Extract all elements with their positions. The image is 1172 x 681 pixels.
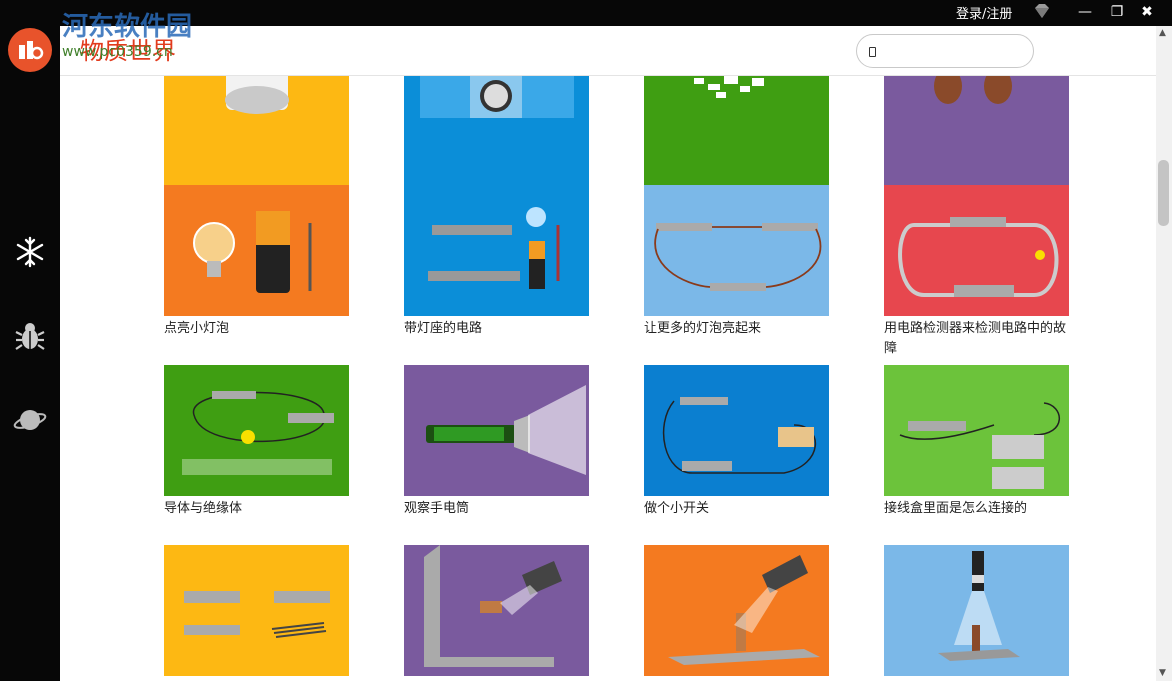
lock-icon: [561, 553, 579, 573]
experiment-thumbnail[interactable]: [884, 185, 1069, 316]
experiment-thumbnail[interactable]: [404, 545, 589, 676]
experiment-thumbnail[interactable]: [644, 76, 829, 191]
experiment-card[interactable]: [884, 545, 1070, 679]
experiment-thumbnail[interactable]: [644, 185, 829, 316]
bug-icon[interactable]: [12, 318, 48, 354]
header: 物质世界: [60, 26, 1172, 76]
experiment-card[interactable]: 用电路检测器来检测电路中的故障: [884, 185, 1070, 359]
lock-icon: [1041, 553, 1059, 573]
experiment-thumbnail[interactable]: [164, 545, 349, 676]
planet-icon[interactable]: [12, 402, 48, 438]
experiment-thumbnail[interactable]: [164, 185, 349, 316]
experiment-caption[interactable]: 做个小开关: [644, 499, 830, 519]
experiment-thumbnail[interactable]: [884, 365, 1069, 496]
app-logo-icon: [8, 28, 52, 72]
login-register-link[interactable]: 登录/注册: [956, 3, 1012, 22]
experiment-caption[interactable]: 点亮小灯泡: [164, 319, 350, 339]
lock-icon: [561, 193, 579, 213]
experiment-grid: 控制物体发声研究固体、液体、气体传播声音体验静电现象不一样的电荷点亮小灯泡带灯座…: [60, 76, 1156, 681]
app-window: 登录/注册 — ❐ ✖ 物质世界 河东软件园 www.pc0359.cn 控制物…: [0, 0, 1172, 681]
restore-button[interactable]: ❐: [1108, 3, 1126, 21]
experiment-card[interactable]: [404, 545, 590, 679]
lock-icon: [801, 373, 819, 393]
lock-icon: [321, 193, 339, 213]
experiment-card[interactable]: 观察手电筒: [404, 365, 590, 519]
watermark-logo: 河东软件园: [62, 12, 193, 42]
experiment-card[interactable]: 导体与绝缘体: [164, 365, 350, 519]
experiment-card[interactable]: 做个小开关: [644, 365, 830, 519]
experiment-caption[interactable]: 用电路检测器来检测电路中的故障: [884, 319, 1070, 359]
experiment-thumbnail[interactable]: [404, 365, 589, 496]
experiment-thumbnail[interactable]: [644, 365, 829, 496]
experiment-thumbnail[interactable]: [884, 545, 1069, 676]
lock-icon: [561, 373, 579, 393]
scrollbar-track[interactable]: [1156, 26, 1172, 681]
lock-icon: [321, 553, 339, 573]
lock-icon: [1041, 373, 1059, 393]
experiment-card[interactable]: 带灯座的电路: [404, 185, 590, 339]
sidebar: [0, 0, 60, 681]
experiment-thumbnail[interactable]: [404, 76, 589, 191]
experiment-caption[interactable]: 接线盒里面是怎么连接的: [884, 499, 1070, 519]
lock-icon: [1041, 193, 1059, 213]
lock-icon: [801, 193, 819, 213]
experiment-card[interactable]: 让更多的灯泡亮起来: [644, 185, 830, 339]
experiment-thumbnail[interactable]: [884, 76, 1069, 191]
scroll-up-arrow-icon[interactable]: ▲: [1159, 28, 1166, 38]
experiment-caption[interactable]: 导体与绝缘体: [164, 499, 350, 519]
experiment-card[interactable]: 接线盒里面是怎么连接的: [884, 365, 1070, 519]
experiment-card[interactable]: 点亮小灯泡: [164, 185, 350, 339]
scrollbar-thumb[interactable]: [1158, 160, 1169, 226]
watermark-url: www.pc0359.cn: [62, 44, 173, 60]
experiment-thumbnail[interactable]: [164, 365, 349, 496]
text-cursor-icon: [869, 47, 876, 57]
experiment-caption[interactable]: 观察手电筒: [404, 499, 590, 519]
lock-icon: [321, 373, 339, 393]
experiment-thumbnail[interactable]: [164, 76, 349, 191]
experiment-thumbnail[interactable]: [404, 185, 589, 316]
experiment-card[interactable]: [164, 545, 350, 679]
close-button[interactable]: ✖: [1138, 3, 1156, 21]
minimize-button[interactable]: —: [1076, 3, 1094, 21]
search-input[interactable]: [856, 34, 1034, 68]
scroll-down-arrow-icon[interactable]: ▼: [1159, 668, 1166, 678]
snowflake-icon[interactable]: [12, 234, 48, 270]
title-bar: 登录/注册 — ❐ ✖: [60, 0, 1172, 26]
experiment-thumbnail[interactable]: [644, 545, 829, 676]
experiment-card[interactable]: [644, 545, 830, 679]
diamond-icon[interactable]: [1032, 2, 1052, 20]
experiment-caption[interactable]: 让更多的灯泡亮起来: [644, 319, 830, 339]
experiment-caption[interactable]: 带灯座的电路: [404, 319, 590, 339]
lock-icon: [801, 553, 819, 573]
